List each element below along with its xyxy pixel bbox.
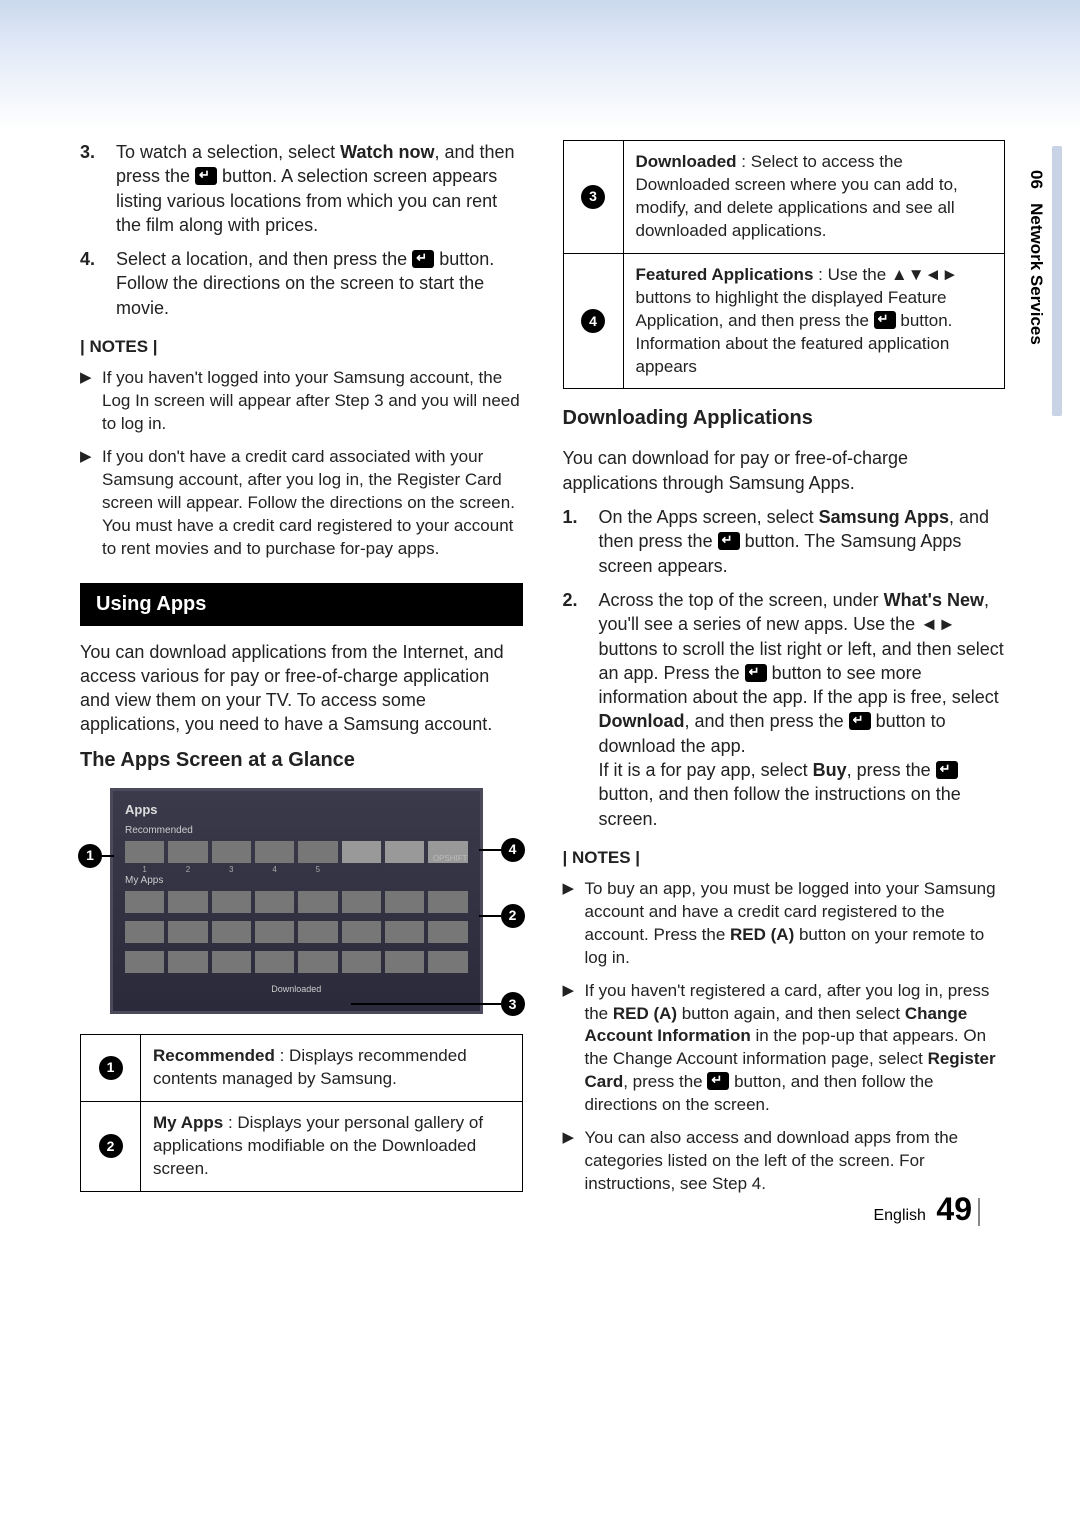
watch-steps: 3. To watch a selection, select Watch no… [80,140,523,320]
notes-list: ▶If you haven't logged into your Samsung… [80,367,523,561]
legend-num-1: 1 [99,1056,123,1080]
note-text: If you don't have a credit card associat… [102,446,523,561]
bullet-icon: ▶ [80,446,102,561]
callout-3: 3 [501,992,525,1016]
note-text: To buy an app, you must be logged into y… [585,878,1006,970]
subheading-apps-screen: The Apps Screen at a Glance [80,747,523,774]
enter-icon [718,532,740,550]
legend-table-12: 1 Recommended : Displays recommended con… [80,1034,523,1192]
screen-title: Apps [125,801,468,819]
legend-num-4: 4 [581,309,605,333]
step-num: 3. [80,140,116,237]
bullet-icon: ▶ [563,1127,585,1196]
step-num: 2. [563,588,599,831]
legend-num-2: 2 [99,1134,123,1158]
table-row: 3 Downloaded : Select to access the Down… [563,141,1005,254]
downloaded-label: Downloaded [125,983,468,995]
right-column: 3 Downloaded : Select to access the Down… [563,140,1006,1206]
notes-header: | NOTES | [80,336,523,359]
opshift-label: OPSHIFT [433,854,468,865]
section-heading-using-apps: Using Apps [80,583,523,626]
left-column: 3. To watch a selection, select Watch no… [80,140,523,1206]
table-row: 4 Featured Applications : Use the ▲▼◄► b… [563,253,1005,389]
bullet-icon: ▶ [563,878,585,970]
table-row: 1 Recommended : Displays recommended con… [81,1034,523,1101]
callout-1: 1 [78,844,102,868]
enter-icon [874,311,896,329]
step-num: 4. [80,247,116,320]
subheading-downloading: Downloading Applications [563,405,1006,432]
legend-num-3: 3 [581,185,605,209]
note-text: If you haven't registered a card, after … [585,980,1006,1118]
step-text: Across the top of the screen, under What… [599,588,1006,831]
step-text: Select a location, and then press the bu… [116,247,523,320]
enter-icon [936,761,958,779]
notes-list-right: ▶ To buy an app, you must be logged into… [563,878,1006,1196]
enter-icon [849,712,871,730]
my-apps-label: My Apps [125,874,468,888]
download-steps: 1. On the Apps screen, select Samsung Ap… [563,505,1006,831]
step-text: To watch a selection, select Watch now, … [116,140,523,237]
enter-icon [707,1072,729,1090]
step-text: On the Apps screen, select Samsung Apps,… [599,505,1006,578]
notes-header: | NOTES | [563,847,1006,870]
enter-icon [745,664,767,682]
downloading-intro: You can download for pay or free-of-char… [563,446,1006,495]
callout-4: 4 [501,838,525,862]
legend-table-34: 3 Downloaded : Select to access the Down… [563,140,1006,389]
table-row: 2 My Apps : Displays your personal galle… [81,1101,523,1191]
enter-icon [412,250,434,268]
recommended-label: Recommended [125,824,468,838]
bullet-icon: ▶ [563,980,585,1118]
step-num: 1. [563,505,599,578]
note-text: If you haven't logged into your Samsung … [102,367,523,436]
section-intro: You can download applications from the I… [80,640,523,737]
bullet-icon: ▶ [80,367,102,436]
enter-icon [195,167,217,185]
apps-screen-diagram: Apps Recommended 12345 OPSHIFT My Apps D… [80,788,523,1014]
callout-2: 2 [501,904,525,928]
note-text: You can also access and download apps fr… [585,1127,1006,1196]
